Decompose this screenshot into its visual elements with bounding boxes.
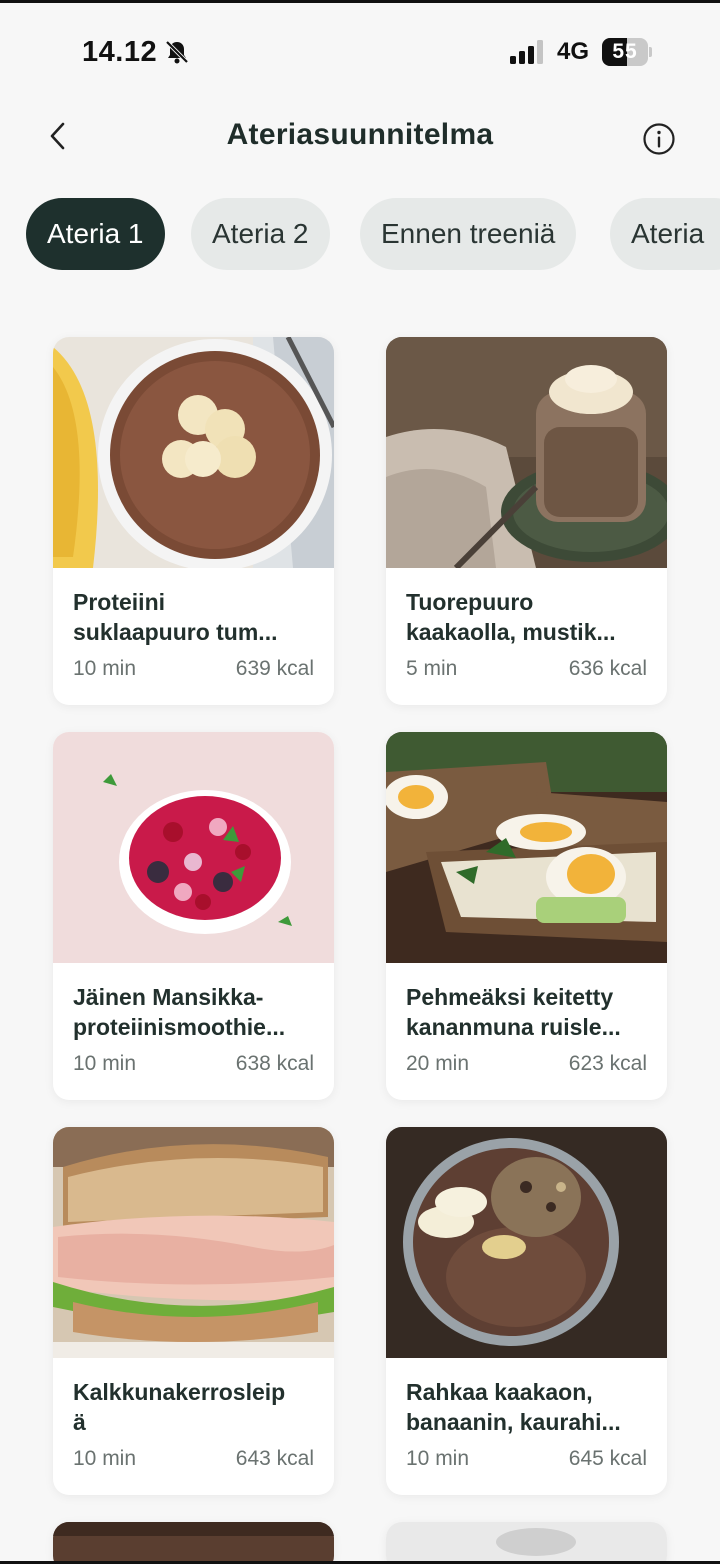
signal-icon — [510, 40, 543, 64]
recipe-kcal: 638 kcal — [235, 1052, 314, 1075]
recipe-title-line-2: banaanin, kaurahi... — [406, 1409, 621, 1435]
recipe-kcal: 645 kcal — [568, 1447, 647, 1470]
recipe-title: Rahkaa kaakaon, banaanin, kaurahi... — [406, 1377, 652, 1437]
recipe-title: Pehmeäksi keitetty kananmuna ruisle... — [406, 982, 652, 1042]
recipe-title-line-2: kananmuna ruisle... — [406, 1014, 621, 1040]
recipe-title: Tuorepuuro kaakaolla, mustik... — [406, 587, 652, 647]
recipe-time: 10 min — [73, 657, 137, 680]
recipe-image-overnight-oats — [386, 337, 667, 568]
recipe-time: 10 min — [73, 1052, 137, 1075]
status-time: 14.12 — [82, 36, 158, 68]
recipe-card[interactable]: Tuorepuuro kaakaolla, mustik... 5 min 63… — [386, 337, 667, 705]
recipe-kcal: 643 kcal — [235, 1447, 314, 1470]
status-bar: 14.12 4G 55 — [0, 0, 720, 100]
recipe-image-chocolate-porridge — [53, 337, 334, 568]
recipe-image-partial — [386, 1522, 667, 1564]
recipe-title-line-2: suklaapuuro tum... — [73, 619, 278, 645]
info-icon[interactable] — [642, 122, 676, 156]
recipe-title-line-1: Rahkaa kaakaon, — [406, 1379, 593, 1405]
tab-ateria-4[interactable]: Ateria — [610, 198, 720, 270]
recipe-kcal: 636 kcal — [568, 657, 647, 680]
recipe-card[interactable]: Rahkaa kaakaon, banaanin, kaurahi... 10 … — [386, 1127, 667, 1495]
recipe-time: 20 min — [406, 1052, 470, 1075]
recipe-title-line-1: Tuorepuuro — [406, 589, 534, 615]
recipe-title-line-2: proteiinismoothie... — [73, 1014, 286, 1040]
recipe-time: 10 min — [73, 1447, 137, 1470]
recipe-time: 5 min — [406, 657, 458, 680]
recipe-card[interactable]: Kalkkunakerrosleip ä 10 min 643 kcal — [53, 1127, 334, 1495]
recipe-title-line-1: Pehmeäksi keitetty — [406, 984, 614, 1010]
battery-level: 55 — [612, 40, 638, 63]
page-title: Ateriasuunnitelma — [226, 118, 494, 151]
recipe-title: Proteiini suklaapuuro tum... — [73, 587, 319, 647]
recipe-kcal: 623 kcal — [568, 1052, 647, 1075]
tab-ateria-1[interactable]: Ateria 1 — [26, 198, 165, 270]
recipe-card[interactable]: Proteiini suklaapuuro tum... 10 min 639 … — [53, 337, 334, 705]
recipe-title-line-1: Jäinen Mansikka- — [73, 984, 264, 1010]
recipe-card-partial[interactable] — [53, 1522, 334, 1564]
recipe-kcal: 639 kcal — [235, 657, 314, 680]
recipe-card[interactable]: Jäinen Mansikka- proteiinismoothie... 10… — [53, 732, 334, 1100]
recipe-image-berry-smoothie — [53, 732, 334, 963]
recipe-title: Kalkkunakerrosleip ä — [73, 1377, 319, 1437]
app-header: Ateriasuunnitelma — [0, 100, 720, 176]
recipe-image-partial — [53, 1522, 334, 1564]
recipe-title: Jäinen Mansikka- proteiinismoothie... — [73, 982, 319, 1042]
recipe-title-line-2: kaakaolla, mustik... — [406, 619, 616, 645]
recipe-card[interactable]: Pehmeäksi keitetty kananmuna ruisle... 2… — [386, 732, 667, 1100]
recipe-title-line-2: ä — [73, 1409, 86, 1435]
tab-ennen-treenia[interactable]: Ennen treeniä — [360, 198, 577, 270]
network-type: 4G — [557, 38, 590, 65]
recipe-title-line-1: Proteiini — [73, 589, 166, 615]
recipe-title-line-1: Kalkkunakerrosleip — [73, 1379, 286, 1405]
bell-off-icon — [165, 40, 189, 64]
recipe-image-cocoa-quark-bowl — [386, 1127, 667, 1358]
battery-icon: 55 — [602, 38, 652, 66]
tab-ateria-2[interactable]: Ateria 2 — [191, 198, 330, 270]
recipe-image-egg-sandwiches — [386, 732, 667, 963]
recipe-image-turkey-sandwich — [53, 1127, 334, 1358]
recipe-time: 10 min — [406, 1447, 470, 1470]
meal-tabs: Ateria 1 Ateria 2 Ennen treeniä Ateria — [26, 198, 720, 270]
recipe-card-partial[interactable] — [386, 1522, 667, 1564]
